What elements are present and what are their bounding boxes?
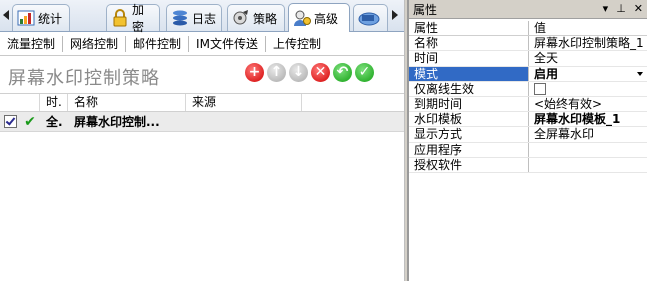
main-tab-strip: 统计 加密 日志 策略 高级: [0, 0, 404, 34]
row-checkbox-cell: [0, 115, 20, 128]
apply-button[interactable]: ✓: [355, 63, 374, 82]
property-value: [529, 82, 647, 96]
row-name: 屏幕水印控制...: [74, 115, 160, 129]
property-label: 到期时间: [409, 96, 529, 112]
chevron-down-icon[interactable]: [637, 71, 643, 76]
header-filler: [302, 94, 404, 111]
property-label: 显示方式: [409, 127, 529, 142]
subtab-network-control[interactable]: 网络控制: [63, 35, 127, 52]
row-checkbox[interactable]: [4, 115, 17, 128]
chart-icon: [17, 9, 35, 27]
tab-label: 统计: [38, 11, 63, 26]
property-row-time[interactable]: 时间 全天: [409, 51, 647, 67]
header-source[interactable]: 来源: [186, 94, 302, 111]
lock-icon: [111, 9, 129, 27]
log-stack-icon: [171, 9, 189, 27]
sub-tab-bar: 流量控制 网络控制 邮件控制 IM文件传送 上传控制: [0, 32, 404, 56]
network-icon: [358, 9, 380, 27]
panel-controls: ▾ ⊥ ✕: [603, 2, 643, 15]
policy-table: 时. 名称 来源 ✔ 全. 屏幕水印控制...: [0, 93, 404, 132]
property-label: 仅离线生效: [409, 81, 529, 96]
property-label: 模式: [409, 66, 529, 81]
tab-log[interactable]: 日志: [166, 4, 222, 31]
property-label: 名称: [409, 36, 529, 51]
header-name[interactable]: 名称: [68, 94, 186, 111]
enabled-check-icon: ✔: [24, 113, 36, 130]
property-row-application[interactable]: 应用程序: [409, 142, 647, 158]
tab-label: 日志: [192, 11, 217, 26]
property-row-authorized-software[interactable]: 授权软件: [409, 157, 647, 173]
property-row-name[interactable]: 名称 屏幕水印控制策略_1: [409, 36, 647, 52]
tab-advanced[interactable]: 高级: [288, 3, 350, 32]
tab-policy[interactable]: 策略: [227, 4, 285, 31]
property-row-mode[interactable]: 模式 启用: [409, 66, 647, 82]
row-status-cell: ✔: [20, 114, 40, 130]
tab-statistics[interactable]: 统计: [12, 4, 70, 31]
tab-scroll-right-icon[interactable]: [392, 10, 398, 20]
tab-scroll-left-icon[interactable]: [3, 10, 9, 20]
policy-toolbar: + ↑ ↓ ✕ ↶ ✓: [245, 63, 374, 82]
property-row-offline-only[interactable]: 仅离线生效: [409, 81, 647, 97]
policy-pane: 统计 加密 日志 策略 高级 流量控制 网络控制 邮件控制 IM文件传送 上传控…: [0, 0, 404, 281]
tab-label: 高级: [314, 11, 339, 26]
property-row-display-mode[interactable]: 显示方式 全屏幕水印: [409, 127, 647, 143]
property-row-expiry[interactable]: 到期时间 <始终有效>: [409, 96, 647, 113]
tab-label: 加密: [132, 3, 145, 34]
properties-title: 属性: [413, 2, 438, 17]
table-header: 时. 名称 来源: [0, 93, 404, 112]
table-row[interactable]: ✔ 全. 屏幕水印控制...: [0, 112, 404, 132]
delete-button[interactable]: ✕: [311, 63, 330, 82]
column-value: 值: [534, 21, 547, 35]
subtab-traffic-control[interactable]: 流量控制: [0, 35, 64, 52]
row-time: 全.: [46, 115, 63, 129]
advanced-user-icon: [293, 9, 311, 27]
properties-header: 属性 ▾ ⊥ ✕: [409, 0, 647, 19]
property-value[interactable]: 屏幕水印控制策略_1: [529, 36, 647, 50]
property-grid-header: 属性 值: [409, 21, 647, 37]
tab-label: 策略: [253, 11, 278, 26]
undo-button[interactable]: ↶: [333, 63, 352, 82]
subtab-mail-control[interactable]: 邮件控制: [126, 35, 190, 52]
header-time[interactable]: 时.: [40, 94, 68, 111]
property-value[interactable]: <始终有效>: [529, 97, 647, 111]
property-label: 水印模板: [409, 112, 529, 127]
property-label: 应用程序: [409, 142, 529, 157]
property-label: 授权软件: [409, 157, 529, 172]
property-row-watermark-template[interactable]: 水印模板 屏幕水印模板_1: [409, 112, 647, 128]
property-value[interactable]: 屏幕水印模板_1: [529, 112, 647, 126]
move-down-button[interactable]: ↓: [289, 63, 308, 82]
panel-menu-icon[interactable]: ▾: [603, 2, 609, 15]
offline-only-checkbox[interactable]: [534, 82, 546, 95]
panel-close-icon[interactable]: ✕: [634, 2, 643, 15]
tab-encryption[interactable]: 加密: [106, 3, 160, 34]
mode-dropdown[interactable]: 启用: [529, 67, 647, 81]
move-up-button[interactable]: ↑: [267, 63, 286, 82]
column-property: 属性: [409, 21, 529, 36]
subtab-im-file-transfer[interactable]: IM文件传送: [189, 35, 266, 52]
policy-gear-icon: [232, 9, 250, 27]
properties-panel: 属性 ▾ ⊥ ✕ 属性 值 名称 屏幕水印控制策略_1 时间 全天 模式 启用: [408, 0, 647, 281]
page-title: 屏幕水印控制策略: [8, 68, 160, 89]
property-label: 时间: [409, 51, 529, 66]
subtab-upload-control[interactable]: 上传控制: [266, 36, 328, 52]
property-value[interactable]: [529, 143, 647, 157]
add-button[interactable]: +: [245, 63, 264, 82]
property-value[interactable]: [529, 158, 647, 172]
property-value[interactable]: 全屏幕水印: [529, 127, 647, 141]
property-grid: 属性 值 名称 屏幕水印控制策略_1 时间 全天 模式 启用 仅离线生效 到期时…: [409, 21, 647, 173]
tab-network[interactable]: [353, 4, 388, 31]
header-select: [0, 94, 40, 111]
panel-pin-icon[interactable]: ⊥: [616, 2, 626, 15]
mode-value: 启用: [534, 66, 559, 81]
property-value[interactable]: 全天: [529, 51, 647, 65]
